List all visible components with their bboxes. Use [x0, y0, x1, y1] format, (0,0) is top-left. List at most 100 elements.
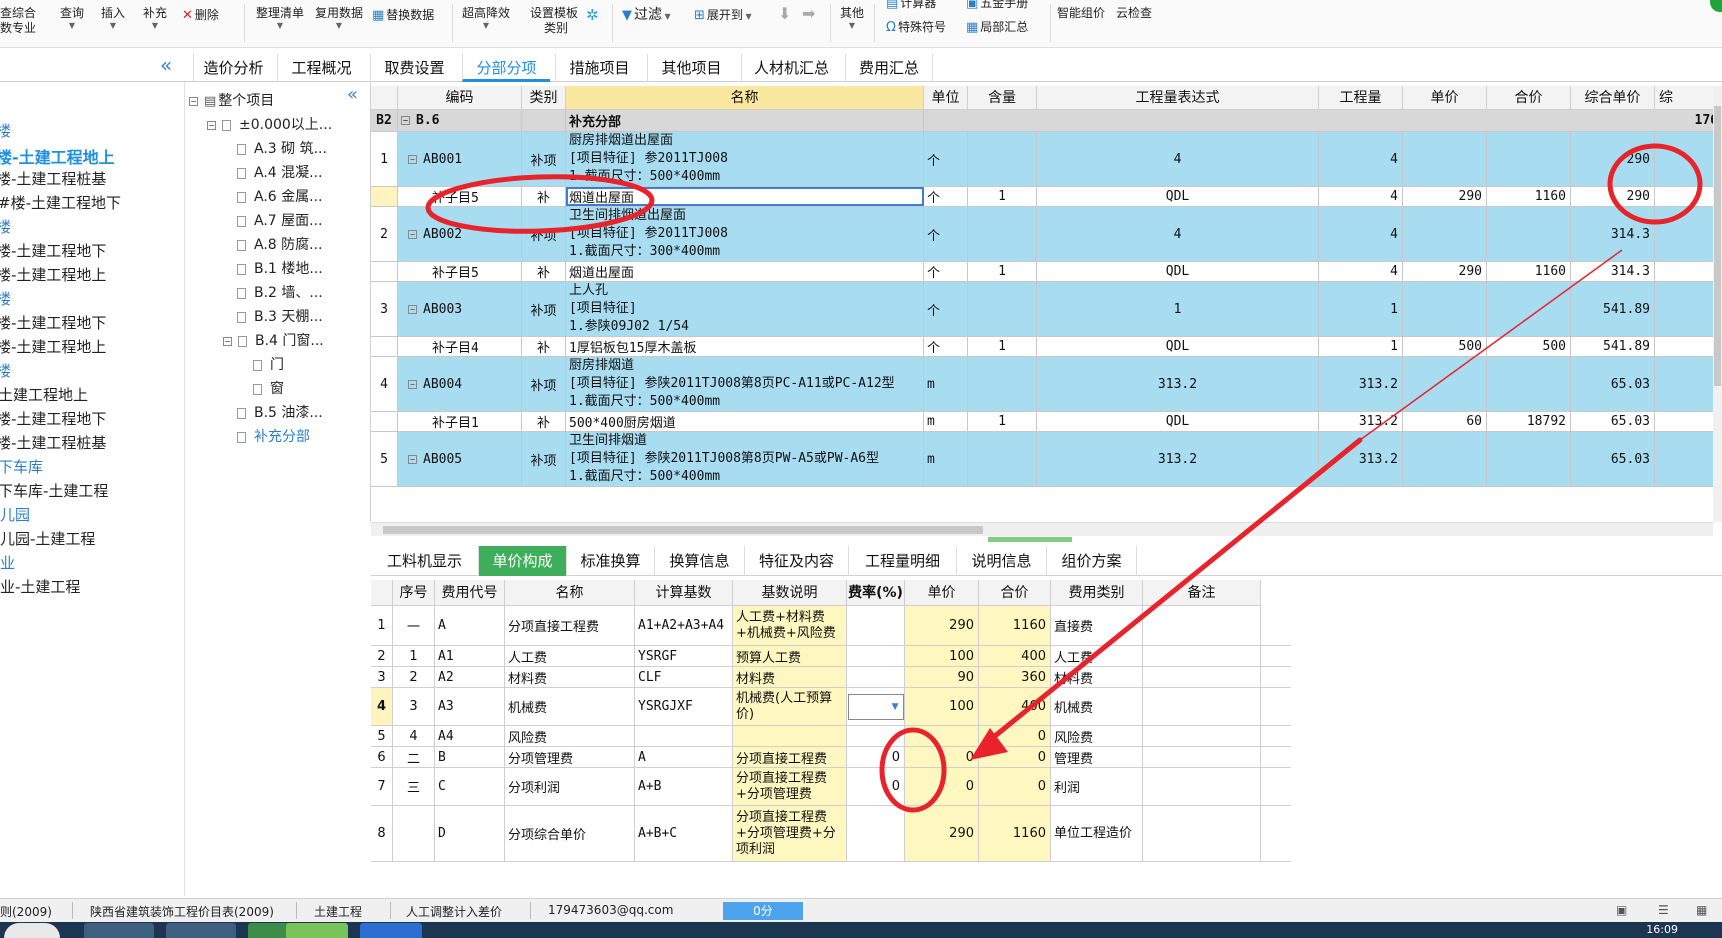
calc-base-cell[interactable]: A1+A2+A3+A4 — [635, 606, 733, 645]
delete-button[interactable]: ✕ 删除 — [182, 8, 219, 23]
rate-cell[interactable] — [847, 806, 905, 861]
fee-category-cell[interactable]: 利润 — [1051, 768, 1143, 805]
project-item[interactable]: 楼 — [0, 216, 11, 237]
table-row[interactable]: 6 二 B 分项管理费 A 分项直接工程费 0 0 0 管理费 — [371, 747, 1291, 768]
rate-cell[interactable]: 0 — [847, 747, 905, 767]
tree-root[interactable]: − ▤ 整个项目 — [189, 90, 274, 110]
hardware-manual-button[interactable]: ▣ 五金手册 — [966, 0, 1028, 11]
fee-name-cell[interactable]: 机械费 — [505, 688, 635, 725]
table-row[interactable]: 7 三 C 分项利润 A+B 分项直接工程费+分项管理费 0 0 0 利润 — [371, 768, 1291, 806]
item-quantity-expr[interactable]: QDL — [1037, 337, 1319, 356]
item-name[interactable]: 厨房排烟道出屋面 [项目特征] 参2011TJ008 1.截面尺寸：500*400m… — [566, 132, 924, 186]
rate-cell[interactable] — [847, 726, 905, 746]
calc-base-cell[interactable]: A+B — [635, 768, 733, 805]
insert-button[interactable]: 插入 ▼ — [101, 6, 125, 31]
project-item[interactable]: 业 — [0, 552, 15, 573]
collapse-box-icon[interactable]: − — [408, 454, 417, 464]
window-restore-icon[interactable]: ▣ — [1616, 903, 1627, 917]
column-header[interactable]: 基数说明 — [733, 580, 847, 606]
column-header[interactable]: 单价 — [905, 580, 979, 606]
tree-item[interactable]: 窗 — [253, 378, 284, 398]
item-name[interactable]: 卫生间排烟道出屋面 [项目特征] 参2011TJ008 1.截面尺寸：300*400… — [566, 207, 924, 261]
tab-measure-items[interactable]: 措施项目 — [555, 54, 643, 82]
rate-cell[interactable]: 0 — [847, 768, 905, 805]
fee-name-cell[interactable]: 分项直接工程费 — [505, 606, 635, 645]
column-header[interactable]: 编码 — [398, 86, 522, 110]
calc-base-cell[interactable]: YSRGF — [635, 646, 733, 666]
tab-conversion-info[interactable]: 换算信息 — [655, 546, 745, 576]
calc-base-cell[interactable]: YSRGJXF — [635, 688, 733, 725]
fee-category-cell[interactable]: 直接费 — [1051, 606, 1143, 645]
column-header[interactable]: 工程量表达式 — [1037, 86, 1319, 110]
column-header[interactable]: 费用代号 — [435, 580, 505, 606]
column-header[interactable]: 综合单价 — [1571, 86, 1655, 110]
tab-cost-summary[interactable]: 费用汇总 — [845, 54, 933, 82]
project-item[interactable]: 儿园-土建工程 — [0, 528, 95, 549]
column-header[interactable]: 类别 — [522, 86, 566, 110]
calculator-button[interactable]: ▤ 计算器 — [886, 0, 936, 11]
item-quantity-expr[interactable]: 1 — [1037, 282, 1319, 336]
tree-item[interactable]: A.6 金属... — [237, 186, 323, 206]
table-row[interactable]: 4 3 A3 机械费 YSRGJXF 机械费(人工预算价) ▼ 100 400 … — [371, 688, 1291, 726]
replace-data-button[interactable]: ▦ 替换数据 — [372, 8, 434, 23]
tree-item[interactable]: 补充分部 — [237, 426, 310, 446]
fee-category-cell[interactable]: 管理费 — [1051, 747, 1143, 767]
start-button-icon[interactable] — [4, 923, 60, 938]
grid-view-icon[interactable]: ▦ — [1696, 903, 1707, 917]
column-header[interactable]: 工程量 — [1319, 86, 1403, 110]
project-item[interactable]: 下车库 — [0, 456, 43, 477]
rate-cell[interactable] — [847, 646, 905, 666]
fee-code-cell[interactable]: A3 — [435, 688, 505, 725]
table-row[interactable]: 8 D 分项综合单价 A+B+C 分项直接工程费+分项管理费+分项利润 290 … — [371, 806, 1291, 862]
tree-item[interactable]: 门 — [253, 354, 284, 374]
column-header[interactable]: 单价 — [1403, 86, 1487, 110]
item-quantity-expr[interactable]: QDL — [1037, 412, 1319, 431]
project-item[interactable]: 楼-土建工程地上 — [0, 336, 106, 357]
division-row[interactable]: B2 − B.6 补充分部 176 — [371, 110, 1722, 132]
project-item[interactable]: 下车库-土建工程 — [0, 480, 108, 501]
note-cell[interactable] — [1143, 806, 1261, 861]
note-cell[interactable] — [1143, 606, 1261, 645]
note-cell[interactable] — [1143, 667, 1261, 687]
fee-code-cell[interactable]: C — [435, 768, 505, 805]
tree-item[interactable]: A.7 屋面... — [237, 210, 323, 230]
tree-item[interactable]: A.4 混凝... — [237, 162, 323, 182]
fee-name-cell[interactable]: 人工费 — [505, 646, 635, 666]
table-row[interactable]: 4 − AB004 补项 厨房排烟道 [项目特征] 参陕2011TJ008第8页PC… — [371, 357, 1722, 412]
scrollbar-thumb[interactable] — [383, 526, 983, 534]
supplement-button[interactable]: 补充 ▼ — [143, 6, 167, 31]
collapse-box-icon[interactable]: − — [408, 304, 417, 314]
column-header[interactable]: 序号 — [393, 580, 435, 606]
table-row[interactable]: 补子目5 补 烟道出屋面 个 1 QDL 4 290 1160 314.3 — [371, 262, 1722, 282]
table-row[interactable]: 1 一 A 分项直接工程费 A1+A2+A3+A4 人工费+材料费+机械费+风险… — [371, 606, 1291, 646]
project-item[interactable]: 楼-土建工程地下 — [0, 408, 106, 429]
table-row[interactable]: 补子目5 补 烟道出屋面 个 1 QDL 4 290 1160 290 — [371, 187, 1722, 207]
item-quantity-expr[interactable]: 313.2 — [1037, 432, 1319, 486]
tab-labor-material-display[interactable]: 工料机显示 — [371, 546, 479, 576]
column-header[interactable]: 合价 — [1487, 86, 1571, 110]
project-item[interactable]: 业-土建工程 — [0, 576, 80, 597]
tree-item[interactable]: − B.4 门窗... — [223, 330, 324, 350]
set-template-category-button[interactable]: 设置模板 类别 — [530, 6, 578, 36]
project-item[interactable]: 楼-土建工程桩基 — [0, 432, 106, 453]
project-item[interactable]: 楼 — [0, 360, 11, 381]
pane-splitter-handle[interactable] — [988, 537, 1072, 542]
tab-project-overview[interactable]: 工程概况 — [277, 54, 365, 82]
tab-other-items[interactable]: 其他项目 — [647, 54, 735, 82]
move-right-arrow-icon[interactable]: ➡ — [802, 6, 815, 22]
project-item[interactable]: 楼-土建工程地下 — [0, 240, 106, 261]
fee-code-cell[interactable]: B — [435, 747, 505, 767]
query-composite-button[interactable]: 查综合 数专业 — [0, 6, 36, 36]
scrollbar-thumb[interactable] — [1714, 106, 1721, 386]
collapse-box-icon[interactable]: − — [401, 116, 410, 125]
calc-base-cell[interactable]: CLF — [635, 667, 733, 687]
column-header[interactable]: 名称 — [566, 86, 924, 110]
table-row[interactable]: 补子目1 补 500*400厨房烟道 m 1 QDL 313.2 60 1879… — [371, 412, 1722, 432]
rate-cell[interactable] — [847, 606, 905, 645]
item-quantity-expr[interactable]: 313.2 — [1037, 357, 1319, 411]
chevron-down-icon[interactable]: ▼ — [892, 702, 899, 712]
item-name[interactable]: 1厚铝板包15厚木盖板 — [566, 337, 924, 356]
project-item[interactable]: 楼 — [0, 120, 11, 141]
collapse-box-icon[interactable]: − — [408, 229, 417, 239]
item-quantity-expr[interactable]: 4 — [1037, 207, 1319, 261]
